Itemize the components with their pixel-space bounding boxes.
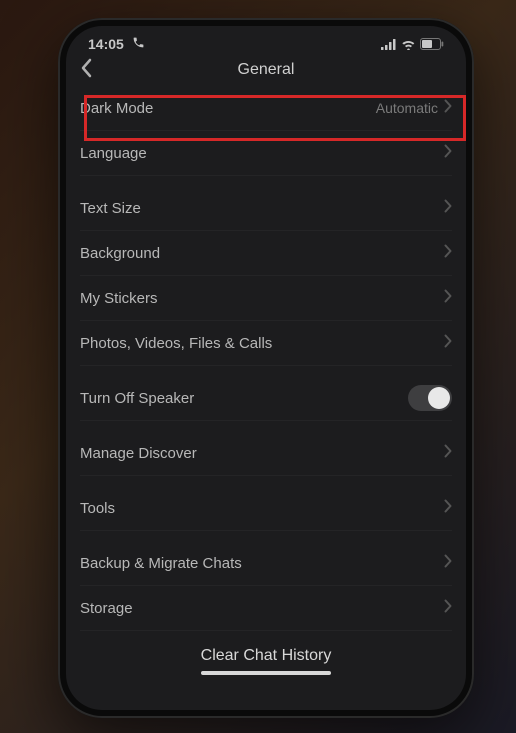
chevron-right-icon — [444, 144, 452, 162]
chevron-right-icon — [444, 99, 452, 117]
row-label: My Stickers — [80, 290, 158, 307]
row-value: Automatic — [376, 100, 438, 116]
row-storage[interactable]: Storage — [80, 586, 452, 631]
call-icon — [132, 36, 145, 52]
status-bar: 14:05 — [66, 26, 466, 54]
page-title: General — [238, 61, 295, 79]
chevron-right-icon — [444, 289, 452, 307]
row-label: Backup & Migrate Chats — [80, 555, 242, 572]
status-left: 14:05 — [88, 36, 145, 52]
nav-bar: General — [66, 54, 466, 86]
row-dark-mode[interactable]: Dark Mode Automatic — [80, 86, 452, 131]
settings-list: Dark Mode Automatic Language Text Size Backg… — [66, 86, 466, 631]
row-label: Text Size — [80, 200, 141, 217]
back-button[interactable] — [80, 58, 92, 83]
row-label: Dark Mode — [80, 100, 153, 117]
row-label: Storage — [80, 600, 133, 617]
row-language[interactable]: Language — [80, 131, 452, 176]
chevron-right-icon — [444, 334, 452, 352]
chevron-right-icon — [444, 244, 452, 262]
battery-icon — [420, 38, 444, 50]
clear-chat-history[interactable]: Clear Chat History — [66, 631, 466, 671]
row-label: Photos, Videos, Files & Calls — [80, 335, 272, 352]
row-label: Language — [80, 145, 147, 162]
wifi-icon — [401, 39, 416, 50]
chevron-right-icon — [444, 554, 452, 572]
chevron-right-icon — [444, 499, 452, 517]
signal-icon — [381, 39, 397, 50]
chevron-right-icon — [444, 599, 452, 617]
row-label: Background — [80, 245, 160, 262]
screen: 14:05 General Dark Mode Automatic Language… — [66, 26, 466, 710]
row-label: Manage Discover — [80, 445, 197, 462]
toggle-switch[interactable] — [408, 385, 452, 411]
row-label: Tools — [80, 500, 115, 517]
row-photos-videos-files-calls[interactable]: Photos, Videos, Files & Calls — [80, 321, 452, 366]
row-my-stickers[interactable]: My Stickers — [80, 276, 452, 321]
row-tools[interactable]: Tools — [80, 486, 452, 531]
row-backup-migrate-chats[interactable]: Backup & Migrate Chats — [80, 541, 452, 586]
row-background[interactable]: Background — [80, 231, 452, 276]
phone-frame: 14:05 General Dark Mode Automatic Language… — [58, 18, 474, 718]
status-right — [381, 38, 444, 50]
row-turn-off-speaker[interactable]: Turn Off Speaker — [80, 376, 452, 421]
row-text-size[interactable]: Text Size — [80, 186, 452, 231]
row-label: Turn Off Speaker — [80, 390, 194, 407]
row-manage-discover[interactable]: Manage Discover — [80, 431, 452, 476]
home-indicator[interactable] — [201, 671, 331, 675]
chevron-right-icon — [444, 444, 452, 462]
status-time: 14:05 — [88, 36, 124, 52]
chevron-right-icon — [444, 199, 452, 217]
